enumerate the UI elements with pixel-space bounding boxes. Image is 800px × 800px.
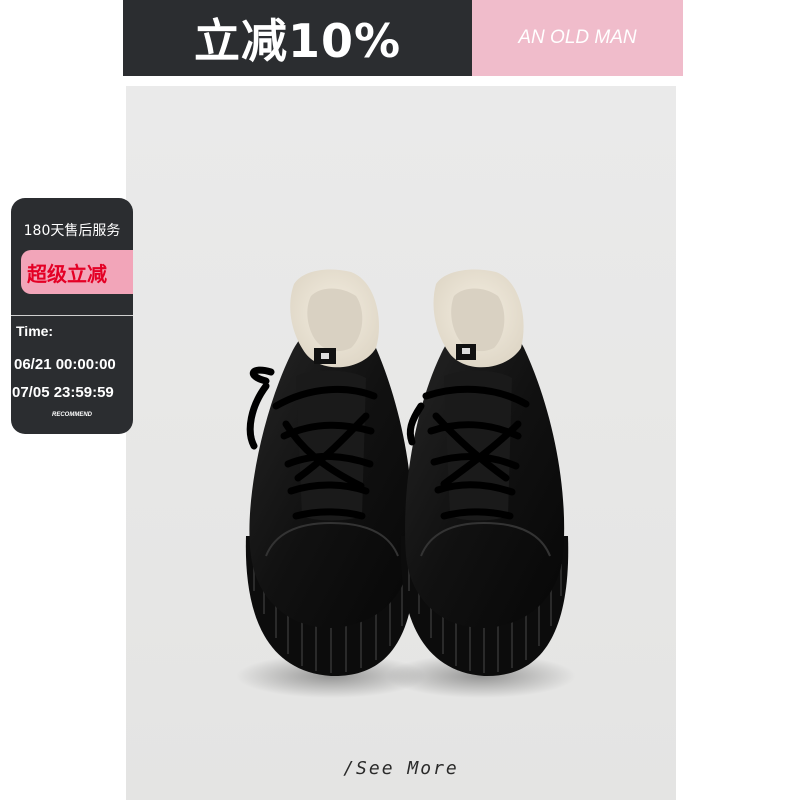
brand-name: AN OLD MAN [518, 27, 637, 48]
promo-banner: 立减10% AN OLD MAN [123, 0, 683, 76]
brand-banner: AN OLD MAN [472, 0, 683, 76]
start-time: 06/21 00:00:00 [14, 356, 116, 373]
discount-banner: 立减10% [123, 0, 472, 76]
time-label: Time: [16, 323, 54, 339]
shoes-image [236, 269, 576, 698]
super-discount-tag: 超级立减 [21, 250, 133, 294]
promo-card: 180天售后服务 超级立减 Time: 06/21 00:00:00 07/05… [11, 198, 133, 434]
end-time: 07/05 23:59:59 [12, 384, 114, 401]
recommend-label: RECOMMEND [52, 412, 92, 418]
after-sales-service: 180天售后服务 [23, 223, 121, 239]
see-more-link[interactable]: /See More [126, 758, 676, 779]
divider [11, 315, 133, 316]
product-photo[interactable]: /See More [126, 86, 676, 800]
left-shoe [245, 269, 417, 677]
discount-text: 立减10% [193, 14, 402, 68]
super-discount-text: 超级立减 [27, 261, 107, 286]
right-shoe [400, 269, 569, 677]
